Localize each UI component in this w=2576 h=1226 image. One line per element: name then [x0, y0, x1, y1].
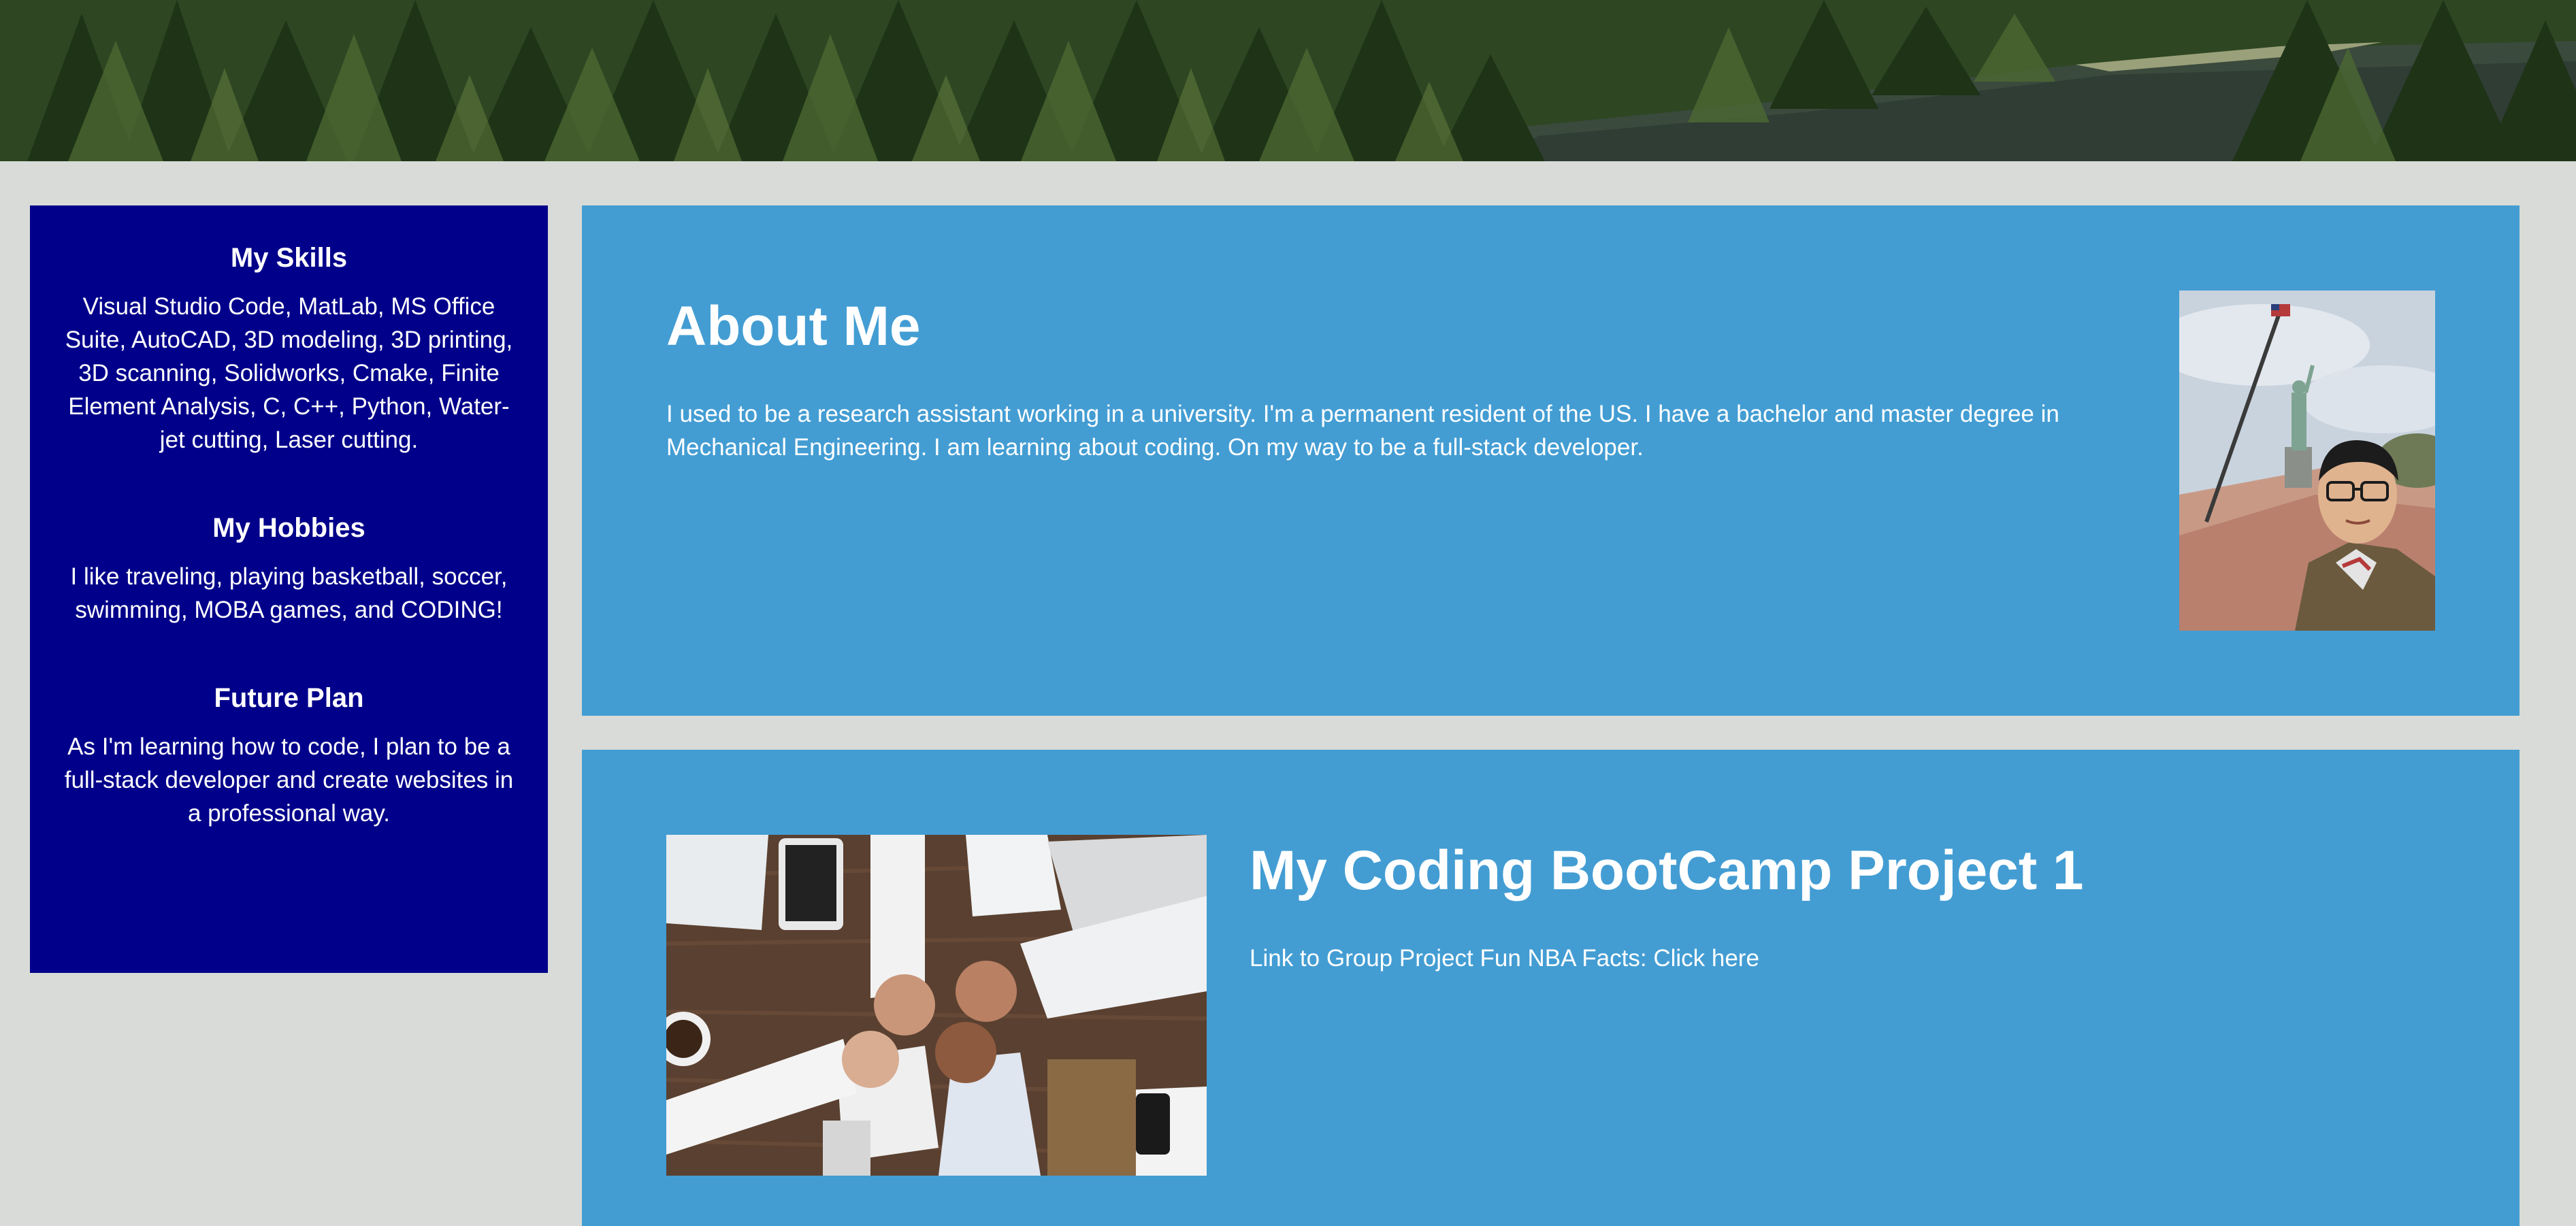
- hobbies-text: I like traveling, playing basketball, so…: [70, 563, 508, 623]
- project-title: My Coding BootCamp Project 1: [1250, 840, 2084, 901]
- header-banner-image: [0, 0, 2576, 161]
- skills-text: Visual Studio Code, MatLab, MS Office Su…: [65, 293, 513, 453]
- future-plan-text: As I'm learning how to code, I plan to b…: [64, 733, 514, 827]
- project-card: My Coding BootCamp Project 1 Link to Gro…: [582, 750, 2520, 1226]
- profile-photo: [2179, 291, 2435, 631]
- sidebar: My Skills Visual Studio Code, MatLab, MS…: [30, 205, 548, 973]
- about-card: About Me I used to be a research assista…: [582, 205, 2520, 716]
- project-link-line: Link to Group Project Fun NBA Facts: Cli…: [1250, 942, 1759, 975]
- project-image: [666, 835, 1207, 1176]
- hobbies-section: My Hobbies I like traveling, playing bas…: [57, 511, 521, 627]
- skills-heading: My Skills: [230, 243, 348, 273]
- future-plan-heading: Future Plan: [214, 683, 364, 713]
- hobbies-heading: My Hobbies: [212, 513, 365, 543]
- about-text: I used to be a research assistant workin…: [666, 401, 2059, 461]
- project-link-label: Link to Group Project Fun NBA Facts:: [1250, 945, 1654, 972]
- skills-section: My Skills Visual Studio Code, MatLab, MS…: [57, 241, 521, 457]
- project-link[interactable]: Click here: [1653, 945, 1759, 972]
- future-plan-section: Future Plan As I'm learning how to code,…: [57, 681, 521, 830]
- about-title: About Me: [666, 295, 921, 357]
